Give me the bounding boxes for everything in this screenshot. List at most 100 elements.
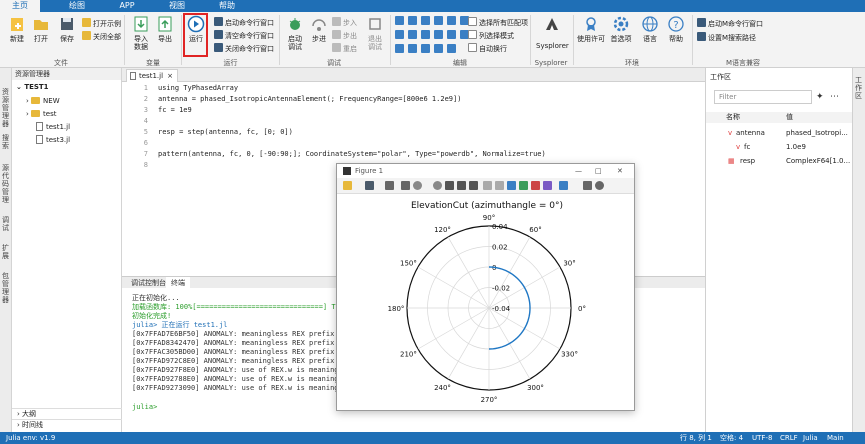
- colorbar-icon[interactable]: [531, 181, 540, 190]
- workspace-row[interactable]: v antenna phased_Isotropi...: [706, 126, 853, 140]
- activity-source-control[interactable]: 源代码管理: [2, 164, 10, 204]
- activity-debug[interactable]: 调试: [2, 216, 10, 232]
- status-branch[interactable]: Main: [827, 432, 844, 444]
- status-env[interactable]: Julia env: v1.9: [6, 432, 55, 444]
- tree-item-file[interactable]: test3.jl: [36, 135, 70, 146]
- line-tool-icon[interactable]: [559, 181, 568, 190]
- settings-icon[interactable]: [595, 181, 604, 190]
- zoom-out-icon[interactable]: [433, 181, 442, 190]
- right-activity-bar: 工作区: [852, 68, 865, 432]
- angle-label: 180°: [388, 305, 405, 313]
- debug-icon: [289, 18, 301, 30]
- new-button[interactable]: 新建: [4, 15, 30, 59]
- status-language[interactable]: Julia: [803, 432, 818, 444]
- timeline-section[interactable]: › 时间线: [12, 419, 122, 430]
- set-m-path-button[interactable]: 设置M搜索路径: [697, 32, 756, 43]
- home-icon[interactable]: [469, 181, 478, 190]
- more-icon[interactable]: ⋯: [830, 92, 839, 102]
- plot-title: ElevationCut (azimuthangle = 0°): [411, 201, 563, 211]
- column-select-mode-button[interactable]: 列选择模式: [468, 30, 514, 41]
- pin-icon[interactable]: ✦: [816, 92, 824, 102]
- editor-tab[interactable]: test1.jl ×: [126, 69, 178, 82]
- tree-item-folder[interactable]: › test: [26, 109, 56, 120]
- start-debug-button[interactable]: 启动 调试: [282, 15, 308, 59]
- step-button[interactable]: 步进: [306, 15, 332, 59]
- ribbon: 新建 打开 保存 打开示例 关闭全部 文件 导入 数据 导出 变量 运行 启动命…: [0, 12, 865, 68]
- rotate-icon[interactable]: [483, 181, 492, 190]
- print-icon[interactable]: [385, 181, 394, 190]
- close-icon[interactable]: ×: [167, 70, 173, 82]
- explorer-title: 资源管理器: [12, 68, 121, 80]
- tab-help[interactable]: 帮助: [212, 0, 242, 12]
- step-in-button[interactable]: 步入: [332, 17, 357, 28]
- close-cmd-window-button[interactable]: 关闭命令行窗口: [214, 43, 274, 54]
- clear-cmd-window-button[interactable]: 清空命令行窗口: [214, 30, 274, 41]
- exit-debug-button[interactable]: 退出 调试: [362, 15, 388, 59]
- checkbox-icon: [468, 30, 477, 39]
- filter-input[interactable]: Filter: [714, 90, 812, 104]
- line-number: 2: [143, 95, 148, 103]
- close-all-button[interactable]: 关闭全部: [82, 31, 121, 42]
- tree-item-file[interactable]: test1.jl: [36, 122, 70, 133]
- restart-button[interactable]: 重启: [332, 43, 357, 54]
- start-m-cmd-button[interactable]: 启动M命令行窗口: [697, 18, 763, 29]
- select-icon[interactable]: [583, 181, 592, 190]
- legend-icon[interactable]: [519, 181, 528, 190]
- brush-icon[interactable]: [543, 181, 552, 190]
- export-button[interactable]: 导出: [152, 15, 178, 59]
- sysplorer-button[interactable]: Sysplorer: [536, 15, 569, 59]
- forward-icon[interactable]: [457, 181, 466, 190]
- group-separator: [279, 15, 280, 65]
- status-encoding[interactable]: UTF-8: [752, 432, 772, 444]
- activity-explorer[interactable]: 资源管理器: [2, 88, 10, 128]
- tab-plot[interactable]: 绘图: [62, 0, 92, 12]
- maximize-icon[interactable]: □: [595, 164, 602, 178]
- group-label-run: 运行: [223, 59, 238, 67]
- start-cmd-window-button[interactable]: 启动命令行窗口: [214, 17, 274, 28]
- language-button[interactable]: 语言: [637, 15, 663, 59]
- angle-label: 150°: [400, 260, 417, 268]
- polar-plot[interactable]: ElevationCut (azimuthangle = 0°) 90° 60° 3…: [337, 194, 634, 410]
- close-terminal-icon: [214, 43, 223, 52]
- step-out-button[interactable]: 步出: [332, 30, 357, 41]
- radial-label: -0.02: [492, 285, 510, 293]
- pan-icon[interactable]: [401, 181, 410, 190]
- zoom-in-icon[interactable]: [413, 181, 422, 190]
- help-button[interactable]: ? 帮助: [663, 15, 689, 59]
- tab-home[interactable]: 主页: [0, 0, 40, 12]
- open-button[interactable]: 打开: [28, 15, 54, 59]
- tree-root[interactable]: ⌄ TEST1: [16, 82, 49, 93]
- status-position[interactable]: 行 8, 列 1: [680, 432, 712, 444]
- open-example-button[interactable]: 打开示例: [82, 18, 121, 29]
- tree-item-folder[interactable]: › NEW: [26, 96, 60, 107]
- import-data-button[interactable]: 导入 数据: [128, 15, 154, 59]
- preferences-button[interactable]: 首选项: [606, 15, 636, 59]
- minimize-icon[interactable]: —: [575, 164, 582, 178]
- workspace-row[interactable]: v fc 1.0e9: [706, 140, 853, 154]
- status-eol[interactable]: CRLF: [780, 432, 798, 444]
- license-button[interactable]: 使用许可: [576, 15, 606, 59]
- auto-wrap-button[interactable]: 自动换行: [468, 43, 507, 54]
- terminal-line: [0x7FFAC305BD00] ANOMALY: meaningless RE…: [132, 348, 347, 356]
- run-button[interactable]: 运行: [183, 15, 209, 59]
- outline-section[interactable]: › 大纲: [12, 408, 122, 419]
- activity-workspace[interactable]: 工作区: [855, 76, 863, 100]
- array-icon: ▦: [728, 157, 735, 165]
- activity-packages[interactable]: 包管理器: [2, 272, 10, 304]
- angle-label: 240°: [434, 384, 451, 392]
- tab-app[interactable]: APP: [112, 0, 142, 12]
- activity-extensions[interactable]: 扩展: [2, 244, 10, 260]
- status-spaces[interactable]: 空格: 4: [720, 432, 743, 444]
- variable-icon: v: [736, 143, 741, 151]
- tab-view[interactable]: 视图: [162, 0, 192, 12]
- open-icon[interactable]: [343, 181, 352, 190]
- back-icon[interactable]: [445, 181, 454, 190]
- close-icon[interactable]: ✕: [617, 164, 623, 178]
- datatip-icon[interactable]: [495, 181, 504, 190]
- grid-icon[interactable]: [507, 181, 516, 190]
- save-button[interactable]: 保存: [54, 15, 80, 59]
- select-all-matches-button[interactable]: 选择所有匹配项: [468, 17, 528, 28]
- save-icon[interactable]: [365, 181, 374, 190]
- activity-search[interactable]: 搜索: [2, 134, 10, 150]
- workspace-row[interactable]: ▦ resp ComplexF64[1.0...: [706, 154, 853, 168]
